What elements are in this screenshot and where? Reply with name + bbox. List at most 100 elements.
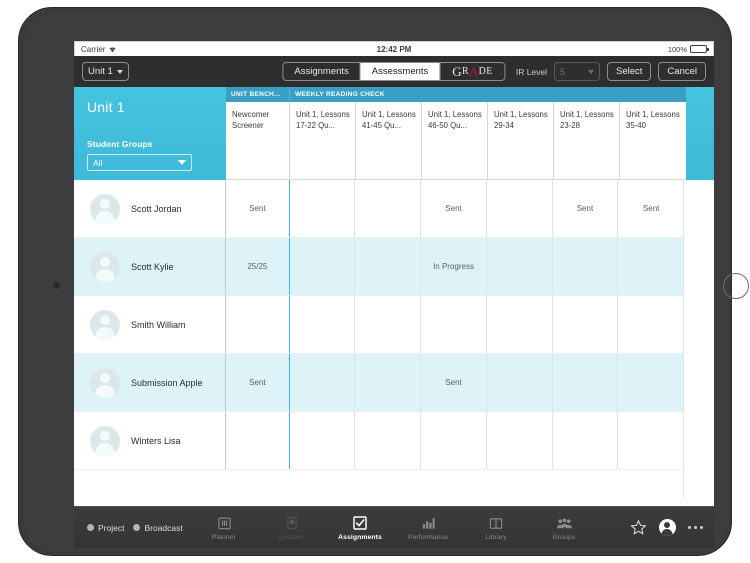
- student-groups-value: All: [93, 157, 103, 168]
- status-cell[interactable]: Sent: [618, 180, 684, 237]
- status-cell[interactable]: [553, 412, 619, 469]
- column-header[interactable]: Unit 1, Lessons 41-45 Qu...: [356, 102, 422, 179]
- tab-label: Planner: [211, 534, 237, 541]
- grid-right-rule: [683, 180, 684, 498]
- status-cell[interactable]: [290, 180, 356, 237]
- student-name: Scott Kylie: [131, 261, 174, 272]
- status-cell[interactable]: [487, 412, 553, 469]
- column-header[interactable]: Unit 1, Lessons 29-34: [488, 102, 554, 179]
- tab-assignments[interactable]: Assignments: [283, 63, 361, 80]
- column-group-header-row: UNIT BENCH... WEEKLY READING CHECK: [226, 87, 686, 102]
- table-row[interactable]: Scott Kylie 25/25 In Progress: [74, 238, 684, 296]
- account-avatar-icon[interactable]: [658, 519, 676, 536]
- column-header[interactable]: Unit 1, Lessons 46-50 Qu...: [422, 102, 488, 179]
- groups-icon: [556, 514, 573, 531]
- status-cell[interactable]: In Progress: [421, 238, 487, 295]
- more-icon[interactable]: [687, 525, 703, 530]
- student-cell[interactable]: Submission Apple: [74, 354, 226, 411]
- status-cell[interactable]: [487, 180, 553, 237]
- status-cell[interactable]: [618, 354, 684, 411]
- tab-performance[interactable]: Performance: [394, 514, 462, 541]
- table-row[interactable]: Scott Jordan Sent Sent Sent Sent: [74, 180, 684, 238]
- radio-dot-icon: [133, 524, 141, 531]
- status-cell[interactable]: [355, 296, 422, 353]
- ir-level-select[interactable]: 5: [554, 62, 601, 81]
- status-cell[interactable]: [290, 354, 356, 411]
- battery-percent: 100%: [667, 44, 687, 54]
- student-cell[interactable]: Scott Kylie: [74, 238, 226, 295]
- tab-planner[interactable]: Planner: [190, 514, 258, 541]
- tab-groups[interactable]: Groups: [530, 514, 598, 541]
- student-groups-select[interactable]: All: [87, 154, 192, 171]
- status-cell[interactable]: Sent: [553, 180, 619, 237]
- tab-library[interactable]: Library: [462, 514, 530, 541]
- column-header[interactable]: Unit 1, Lessons 35-40: [620, 102, 686, 179]
- radio-project[interactable]: Project: [87, 523, 124, 533]
- battery-icon: [690, 45, 709, 53]
- status-cell[interactable]: [355, 238, 422, 295]
- toolbar-right-group: IR Level 5 Select Cancel: [516, 62, 706, 81]
- avatar: [90, 425, 120, 456]
- status-cell[interactable]: [487, 354, 553, 411]
- tab-grade[interactable]: G R A DE: [440, 63, 504, 80]
- grade-logo-r: R: [461, 66, 469, 77]
- unit-dropdown-label: Unit 1: [88, 66, 113, 77]
- student-name: Smith William: [131, 319, 186, 330]
- table-row[interactable]: Smith William: [74, 296, 684, 354]
- home-button[interactable]: [723, 273, 749, 299]
- status-cell[interactable]: [618, 238, 684, 295]
- status-cell[interactable]: [553, 296, 619, 353]
- status-cell[interactable]: [290, 238, 356, 295]
- status-cell[interactable]: [553, 354, 619, 411]
- star-icon[interactable]: [630, 519, 647, 536]
- status-cell[interactable]: Sent: [226, 354, 290, 411]
- student-cell[interactable]: Scott Jordan: [74, 180, 226, 237]
- select-button[interactable]: Select: [607, 62, 652, 81]
- tab-assignments[interactable]: Assignments: [326, 514, 394, 541]
- radio-broadcast[interactable]: Broadcast: [133, 522, 183, 533]
- radio-broadcast-label: Broadcast: [144, 522, 183, 533]
- radio-dot-icon: [87, 524, 94, 531]
- status-cell[interactable]: Sent: [421, 354, 487, 411]
- tab-assessments[interactable]: Assessments: [360, 63, 441, 80]
- table-row[interactable]: Submission Apple Sent Sent: [74, 354, 684, 412]
- assignments-icon: [352, 514, 368, 531]
- app-screen: Carrier 12:42 PM 100% Unit 1 Assignments…: [74, 41, 714, 548]
- status-cell[interactable]: [618, 296, 684, 353]
- student-cell[interactable]: Smith William: [74, 296, 226, 353]
- status-cell[interactable]: [226, 412, 290, 469]
- status-cell[interactable]: Sent: [421, 180, 487, 237]
- status-cell[interactable]: [487, 296, 553, 353]
- status-cell[interactable]: [421, 296, 487, 353]
- status-cell[interactable]: [355, 412, 422, 469]
- status-cell[interactable]: [553, 238, 619, 295]
- page-title: Unit 1: [87, 99, 125, 115]
- status-cell[interactable]: [618, 412, 684, 469]
- status-cell[interactable]: 25/25: [226, 238, 290, 295]
- tab-lessons[interactable]: Lessons: [258, 514, 326, 541]
- status-cell[interactable]: [355, 180, 422, 237]
- status-cell[interactable]: [290, 296, 356, 353]
- library-icon: [488, 514, 504, 531]
- status-cell[interactable]: [226, 296, 290, 353]
- student-name: Submission Apple: [131, 377, 203, 388]
- status-cell[interactable]: [421, 412, 487, 469]
- cancel-button[interactable]: Cancel: [658, 62, 706, 81]
- status-cell[interactable]: [290, 412, 356, 469]
- radio-project-label: Project: [98, 522, 125, 533]
- status-cell[interactable]: Sent: [226, 180, 290, 237]
- view-segmented-control: Assignments Assessments G R A DE: [282, 62, 506, 81]
- column-header[interactable]: Newcomer Screener: [226, 102, 290, 179]
- avatar: [90, 193, 120, 224]
- tab-label: Groups: [552, 534, 576, 541]
- bottom-tab-bar: Project Broadcast Planner Lessons Assignme…: [74, 506, 714, 548]
- column-header[interactable]: Unit 1, Lessons 23-28: [554, 102, 620, 179]
- status-cell[interactable]: [487, 238, 553, 295]
- status-cell[interactable]: [355, 354, 422, 411]
- column-header[interactable]: Unit 1, Lessons 17-22 Qu...: [290, 102, 356, 179]
- unit-dropdown-button[interactable]: Unit 1: [82, 62, 129, 81]
- table-row[interactable]: Winters Lisa: [74, 412, 684, 470]
- ir-level-value: 5: [560, 66, 566, 77]
- unit-header-panel: Unit 1 Student Groups All UNIT BENCH... W…: [74, 87, 714, 180]
- student-cell[interactable]: Winters Lisa: [74, 412, 226, 469]
